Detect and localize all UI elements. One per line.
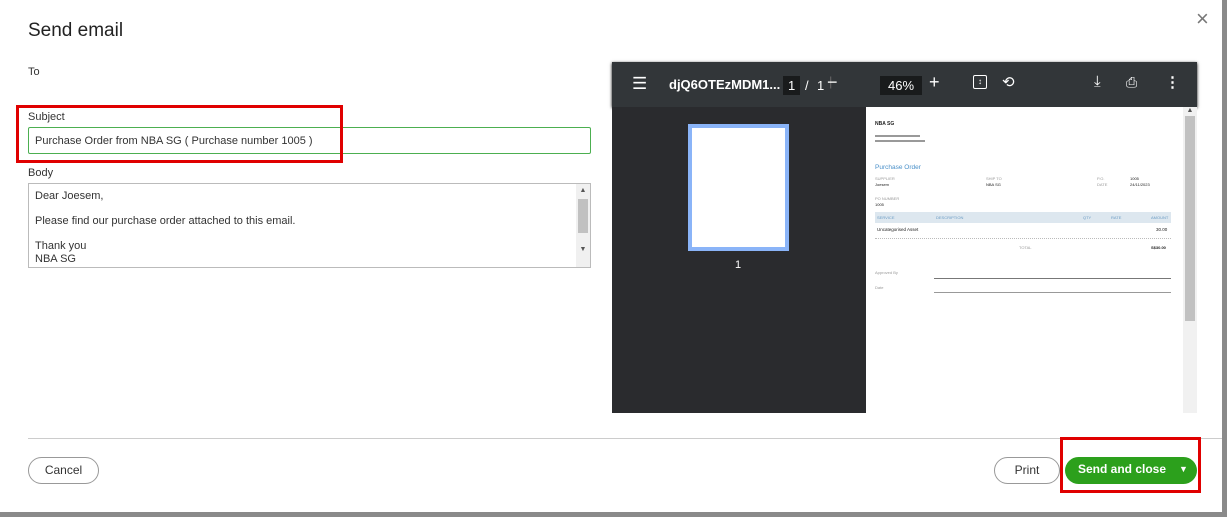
body-line: NBA SG [35, 253, 76, 265]
send-email-dialog: Send email × To Subject Purchase Order f… [0, 0, 1222, 512]
doc-col: DESCRIPTION [936, 215, 964, 220]
body-line: Thank you [35, 240, 87, 252]
highlight-box [1060, 437, 1201, 493]
to-label: To [28, 66, 40, 78]
print-icon[interactable]: ⎙ [1126, 74, 1137, 91]
rotate-icon[interactable]: ⟲ [1002, 73, 1015, 91]
body-line: Please find our purchase order attached … [35, 215, 296, 227]
menu-icon[interactable]: ☰ [632, 74, 647, 94]
body-textarea[interactable]: Dear Joesem, Please find our purchase or… [28, 183, 591, 268]
cancel-button[interactable]: Cancel [28, 457, 99, 484]
page-thumbnail[interactable] [688, 124, 789, 251]
doc-value: NBA SG [986, 182, 1001, 187]
footer-divider [28, 438, 1222, 439]
page-input[interactable]: 1 [783, 76, 801, 95]
doc-label: Date [875, 285, 884, 290]
doc-value: 24/11/2023 [1130, 182, 1150, 187]
pdf-toolbar: ☰ djQ6OTEzMDM1... 1 / 1 | − 46% + ↕ ⟲ ⤓ … [612, 62, 1197, 107]
textarea-scrollbar[interactable]: ▲ ▼ [576, 184, 590, 267]
doc-col: AMOUNT [1151, 215, 1169, 220]
more-icon[interactable]: ⋮ [1165, 73, 1180, 91]
highlight-box [16, 105, 343, 163]
zoom-in-icon[interactable]: + [929, 72, 940, 93]
thumbnail-sidebar: 1 [612, 107, 866, 413]
doc-col: QTY [1083, 215, 1092, 220]
doc-col: SERVICE [877, 215, 895, 220]
doc-value: 1005 [875, 202, 884, 207]
pdf-viewer: ☰ djQ6OTEzMDM1... 1 / 1 | − 46% + ↕ ⟲ ⤓ … [612, 62, 1197, 413]
dialog-title: Send email [28, 20, 124, 41]
zoom-input[interactable]: 46% [880, 76, 923, 95]
print-button[interactable]: Print [994, 457, 1060, 484]
pdf-page: NBA SG Purchase Order SUPPLIER Joesem SH… [866, 107, 1183, 413]
thumbnail-label: 1 [735, 259, 742, 271]
pdf-scrollbar[interactable]: ▲ [1183, 107, 1197, 413]
body-line: Dear Joesem, [35, 190, 104, 202]
doc-total: S$30.00 [1151, 245, 1166, 250]
doc-label: Approved By [875, 270, 898, 275]
doc-company: NBA SG [875, 121, 895, 127]
pdf-filename: djQ6OTEzMDM1... [669, 77, 781, 92]
doc-value: 1005 [1130, 176, 1139, 181]
close-icon[interactable]: × [1196, 6, 1209, 32]
download-icon[interactable]: ⤓ [1094, 73, 1101, 90]
doc-row-amount: 30.00 [1156, 227, 1168, 232]
doc-row-service: Uncategorised Asset [877, 227, 919, 232]
doc-label: SUPPLIER [875, 176, 895, 181]
doc-label: PO NUMBER [875, 196, 900, 201]
page-separator: / [805, 78, 809, 93]
body-label: Body [28, 167, 54, 179]
page-total: 1 [817, 78, 825, 93]
doc-col: RATE [1111, 215, 1122, 220]
doc-value: Joesem [875, 182, 890, 187]
zoom-out-icon[interactable]: − [827, 72, 838, 93]
doc-total-label: TOTAL [1019, 245, 1032, 250]
doc-label: DATE [1097, 182, 1108, 187]
fit-page-icon[interactable]: ↕ [973, 75, 987, 89]
doc-label: SHIP TO [986, 176, 1002, 181]
doc-label: P.O. [1097, 176, 1105, 181]
doc-heading: Purchase Order [875, 164, 921, 171]
